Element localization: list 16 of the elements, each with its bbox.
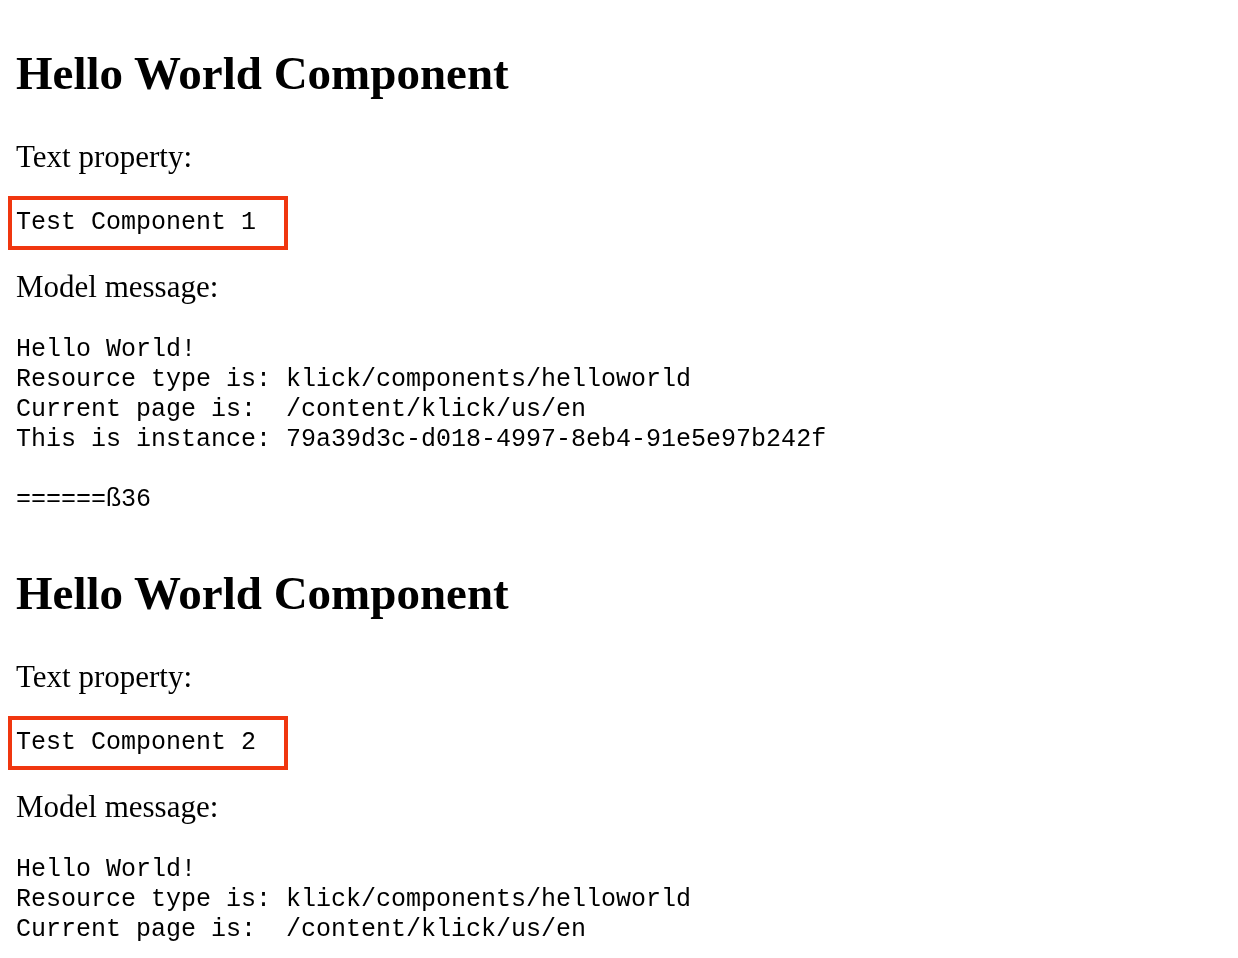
message-line: Current page is: /content/klick/us/en bbox=[16, 915, 587, 945]
message-line: Resource type is: klick/components/helloworld bbox=[16, 365, 692, 395]
field-label: Text property: bbox=[16, 659, 193, 695]
component-heading: Hello World Component bbox=[16, 566, 509, 621]
text-property-value: Test Component 1 bbox=[8, 196, 289, 250]
field-label: Model message: bbox=[16, 789, 219, 825]
field-label: Text property: bbox=[16, 139, 193, 175]
text-property-value: Test Component 2 bbox=[8, 716, 289, 770]
message-line: Hello World! bbox=[16, 335, 197, 365]
footer-text: ======ß36 bbox=[16, 485, 152, 515]
message-line: Resource type is: klick/components/helloworld bbox=[16, 885, 692, 915]
message-line: This is instance: 79a39d3c-d018-4997-8eb4-91e5e97b242f bbox=[16, 425, 827, 455]
field-label: Model message: bbox=[16, 269, 219, 305]
message-line: Current page is: /content/klick/us/en bbox=[16, 395, 587, 425]
component-heading: Hello World Component bbox=[16, 46, 509, 101]
message-line: Hello World! bbox=[16, 855, 197, 885]
